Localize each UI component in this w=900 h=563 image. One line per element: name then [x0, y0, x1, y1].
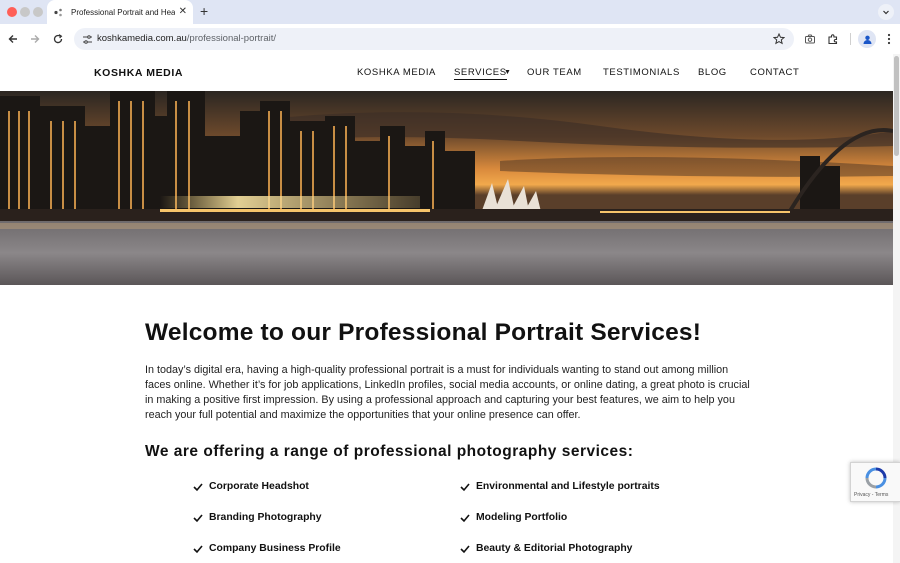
recaptcha-privacy-terms[interactable]: Privacy - Terms [854, 492, 888, 498]
list-item: Branding Photography [193, 512, 322, 523]
tab-strip: Professional Portrait and Hea ✕ + [0, 0, 900, 24]
browser-menu-icon[interactable] [881, 31, 897, 47]
checkmark-icon [193, 482, 203, 492]
service-label: Company Business Profile [209, 543, 341, 554]
toolbar-divider [850, 33, 851, 45]
list-item: Environmental and Lifestyle portraits [460, 481, 660, 492]
service-label: Modeling Portfolio [476, 512, 568, 523]
tab-search-chevron-icon[interactable] [878, 4, 894, 20]
hero-image-sydney-skyline [0, 91, 893, 285]
service-label: Environmental and Lifestyle portraits [476, 481, 660, 492]
tab-close-icon[interactable]: ✕ [179, 7, 187, 17]
checkmark-icon [460, 482, 470, 492]
nav-item-our-team[interactable]: OUR TEAM [527, 67, 582, 78]
zoom-window-button[interactable] [33, 7, 43, 17]
minimize-window-button[interactable] [20, 7, 30, 17]
site-logo[interactable]: KOSHKA MEDIA [94, 67, 183, 79]
url-text: koshkamedia.com.au/professional-portrait… [97, 33, 276, 44]
bookmark-star-icon[interactable] [771, 31, 787, 47]
list-item: Corporate Headshot [193, 481, 309, 492]
web-page: KOSHKA MEDIA KOSHKA MEDIA SERVICES ▼ OUR… [0, 54, 893, 563]
screenshot-camera-icon[interactable] [802, 31, 818, 47]
recaptcha-badge[interactable]: Privacy - Terms [850, 462, 900, 502]
scrollbar-thumb[interactable] [894, 56, 899, 156]
site-header: KOSHKA MEDIA KOSHKA MEDIA SERVICES ▼ OUR… [0, 54, 893, 91]
url-host: koshkamedia.com.au [97, 33, 187, 44]
services-heading: We are offering a range of professional … [145, 443, 634, 460]
checkmark-icon [193, 513, 203, 523]
recaptcha-logo-icon [864, 467, 888, 489]
nav-item-testimonials[interactable]: TESTIMONIALS [603, 67, 680, 78]
reload-icon[interactable] [50, 31, 66, 47]
checkmark-icon [193, 544, 203, 554]
checkmark-icon [460, 513, 470, 523]
intro-paragraph: In today’s digital era, having a high-qu… [145, 364, 750, 421]
nav-item-koshka-media[interactable]: KOSHKA MEDIA [357, 67, 436, 78]
service-label: Beauty & Editorial Photography [476, 543, 633, 554]
page-title: Welcome to our Professional Portrait Ser… [145, 319, 702, 346]
dropdown-caret-icon[interactable]: ▼ [504, 69, 511, 76]
main-content: Welcome to our Professional Portrait Ser… [145, 319, 755, 461]
forward-arrow-icon[interactable] [27, 31, 43, 47]
close-window-button[interactable] [7, 7, 17, 17]
profile-avatar-icon[interactable] [858, 30, 876, 48]
site-favicon-icon [53, 7, 64, 18]
back-arrow-icon[interactable] [5, 31, 21, 47]
browser-toolbar: koshkamedia.com.au/professional-portrait… [0, 24, 900, 54]
site-info-icon[interactable] [81, 33, 93, 45]
service-label: Branding Photography [209, 512, 322, 523]
checkmark-icon [460, 544, 470, 554]
service-label: Corporate Headshot [209, 481, 309, 492]
nav-item-services[interactable]: SERVICES [454, 67, 507, 80]
url-path: /professional-portrait/ [186, 33, 277, 44]
browser-tab[interactable]: Professional Portrait and Hea ✕ [47, 0, 193, 24]
list-item: Modeling Portfolio [460, 512, 567, 523]
list-item: Beauty & Editorial Photography [460, 543, 632, 554]
browser-chrome: Professional Portrait and Hea ✕ + koshka… [0, 0, 900, 54]
new-tab-button[interactable]: + [200, 3, 208, 19]
extensions-puzzle-icon[interactable] [825, 31, 841, 47]
nav-item-blog[interactable]: BLOG [698, 67, 727, 78]
tab-title: Professional Portrait and Hea [71, 7, 175, 17]
address-bar[interactable]: koshkamedia.com.au/professional-portrait… [74, 28, 794, 50]
nav-item-contact[interactable]: CONTACT [750, 67, 799, 78]
list-item: Company Business Profile [193, 543, 341, 554]
